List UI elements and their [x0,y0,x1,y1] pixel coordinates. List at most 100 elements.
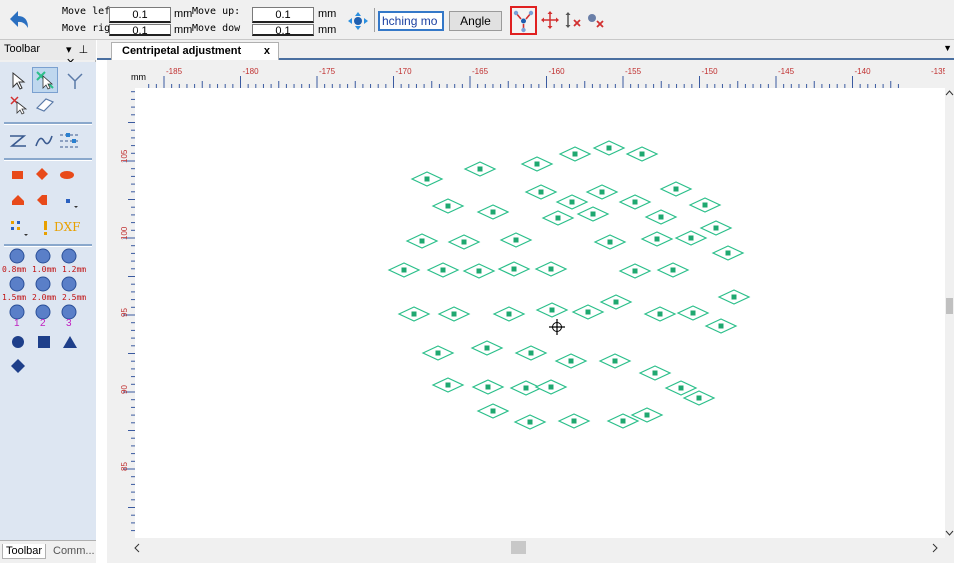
drill-circles-row-1[interactable] [8,248,88,264]
pcb-pad[interactable] [664,380,698,396]
pentagon-pad-icon[interactable] [10,192,26,208]
remove-point-icon[interactable] [585,10,607,30]
horizontal-scrollbar[interactable] [127,538,945,558]
pcb-pad[interactable] [524,184,558,200]
vertical-scroll-thumb[interactable] [946,298,953,314]
pcb-pad[interactable] [509,380,543,396]
diamond-pad-icon[interactable] [34,166,50,182]
pcb-pad[interactable] [618,263,652,279]
pcb-pad[interactable] [387,262,421,278]
pcb-pad[interactable] [717,289,751,305]
scroll-left-icon[interactable] [134,543,140,553]
rectangle-pad-icon[interactable] [10,168,26,182]
scroll-down-icon[interactable] [945,530,954,536]
pcb-pad[interactable] [541,210,575,226]
pcb-pad[interactable] [592,140,626,156]
centripetal-adjust-button[interactable] [510,6,537,35]
pcb-pad[interactable] [470,340,504,356]
pcb-pad[interactable] [656,262,690,278]
pad-layer[interactable] [135,88,945,538]
select-pad-tool[interactable] [32,67,58,93]
pcb-pad[interactable] [704,318,738,334]
pcb-pad[interactable] [520,156,554,172]
matching-mode-input[interactable]: hching mo [378,11,444,31]
pcb-pad[interactable] [534,261,568,277]
small-pad-icon[interactable] [60,194,80,210]
tab-toolbar[interactable]: Toolbar [2,544,47,559]
pcb-pad[interactable] [554,353,588,369]
pcb-pad[interactable] [397,306,431,322]
move-up-input[interactable]: 0.1 [252,7,314,23]
pointer-arrow-icon[interactable] [8,70,28,92]
pcb-pad[interactable] [699,220,733,236]
pcb-drawing-canvas[interactable] [135,88,945,538]
oval-pad-icon[interactable] [58,168,76,182]
pcb-pad[interactable] [640,231,674,247]
grid-pattern-icon[interactable] [58,132,82,150]
scroll-up-icon[interactable] [945,90,954,96]
pcb-pad[interactable] [513,414,547,430]
pcb-pad[interactable] [585,184,619,200]
pcb-pad[interactable] [492,306,526,322]
fork-select-icon[interactable] [64,70,86,92]
move-right-input[interactable]: 0.1 [109,24,171,37]
pcb-pad[interactable] [431,377,465,393]
dot-array-icon[interactable] [8,218,32,238]
pcb-pad[interactable] [534,379,568,395]
pcb-pad[interactable] [618,194,652,210]
pcb-pad[interactable] [497,261,531,277]
pcb-pad[interactable] [499,232,533,248]
pcb-pad[interactable] [711,245,745,261]
move-cross-icon[interactable] [539,10,561,30]
close-tab-icon[interactable]: x [264,43,270,59]
pcb-pad[interactable] [638,365,672,381]
pcb-pad[interactable] [558,146,592,162]
pcb-pad[interactable] [682,390,716,406]
horizontal-scroll-thumb[interactable] [511,541,526,554]
move-down-input[interactable]: 0.1 [252,24,314,37]
pcb-pad[interactable] [476,204,510,220]
pcb-pad[interactable] [593,234,627,250]
pcb-pad[interactable] [447,234,481,250]
pcb-pad[interactable] [426,262,460,278]
arrow-pad-icon[interactable] [34,192,50,208]
solid-triangle-icon[interactable] [62,334,78,350]
numbered-circles-row[interactable] [8,304,88,320]
drill-circles-row-2[interactable] [8,276,88,292]
pcb-pad[interactable] [598,353,632,369]
pcb-pad[interactable] [405,233,439,249]
pcb-pad[interactable] [514,345,548,361]
pcb-pad[interactable] [555,194,589,210]
pcb-pad[interactable] [576,206,610,222]
eraser-icon[interactable] [34,96,56,114]
pcb-pad[interactable] [674,230,708,246]
scroll-right-icon[interactable] [932,543,938,553]
angle-button[interactable]: Angle [449,11,502,31]
pcb-pad[interactable] [644,209,678,225]
tab-comm[interactable]: Comm... [50,544,98,558]
pcb-pad[interactable] [421,345,455,361]
pcb-pad[interactable] [463,161,497,177]
pcb-pad[interactable] [535,302,569,318]
dxf-import-button[interactable]: DXF [54,220,81,234]
solid-circle-icon[interactable] [10,334,26,350]
pcb-pad[interactable] [643,306,677,322]
tab-centripetal-adjustment[interactable]: Centripetal adjustment x [111,42,279,60]
solid-diamond-icon[interactable] [10,358,26,374]
pcb-pad[interactable] [410,171,444,187]
pcb-pad[interactable] [557,413,591,429]
pcb-pad[interactable] [431,198,465,214]
vertical-scrollbar[interactable] [945,88,954,538]
multi-select-icon[interactable] [8,94,32,116]
pcb-pad[interactable] [571,304,605,320]
curve-line-icon[interactable] [34,132,54,150]
move-left-input[interactable]: 0.1 [109,7,171,23]
pcb-pad[interactable] [688,197,722,213]
pcb-pad[interactable] [462,263,496,279]
pcb-pad[interactable] [437,306,471,322]
pcb-pad[interactable] [599,294,633,310]
undo-arrow-icon[interactable] [6,6,32,32]
tab-list-dropdown-icon[interactable]: ▼ [943,43,952,53]
pcb-pad[interactable] [471,379,505,395]
alert-icon[interactable] [40,218,50,238]
